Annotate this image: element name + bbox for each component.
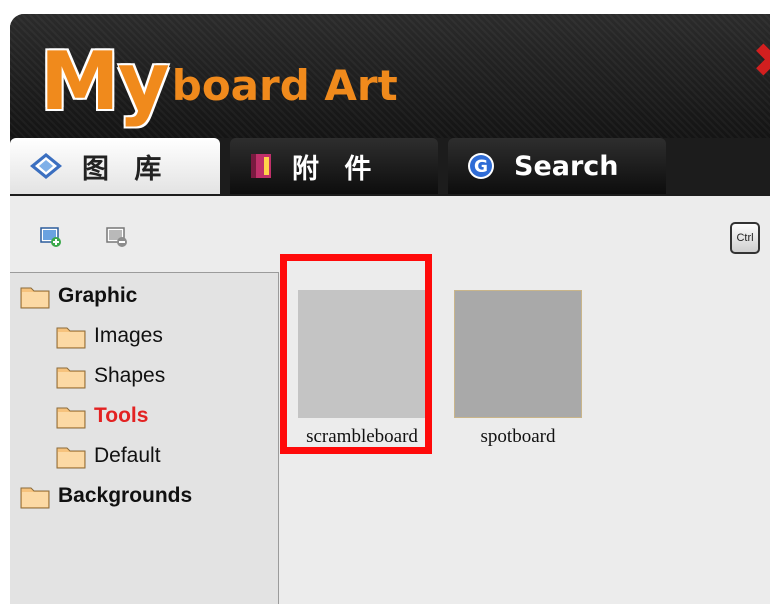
app-window: My board Art ✖ 图 库 附 xyxy=(10,14,770,604)
folder-tree: Graphic Images Shapes Tools Default Back… xyxy=(10,272,279,604)
thumbnail-caption: scrambleboard xyxy=(306,426,418,447)
folder-icon xyxy=(20,287,50,309)
tree-item-backgrounds[interactable]: Backgrounds xyxy=(20,481,192,511)
folder-icon xyxy=(56,327,86,349)
tree-item-label: Images xyxy=(94,324,163,347)
title-bar: My board Art ✖ xyxy=(10,14,770,138)
tab-attachments[interactable]: 附 件 xyxy=(230,138,438,194)
tab-bar: 图 库 附 件 G Search xyxy=(10,138,770,196)
tree-item-label: Backgrounds xyxy=(58,484,193,507)
thumbnail-caption: spotboard xyxy=(480,426,556,447)
tree-item-label: Graphic xyxy=(58,284,138,307)
tree-item-label: Default xyxy=(94,444,161,467)
close-icon[interactable]: ✖ xyxy=(752,36,770,86)
thumbnail-image xyxy=(298,290,426,418)
add-image-icon[interactable] xyxy=(40,226,61,247)
tab-gallery-label: 图 库 xyxy=(82,153,170,185)
logo-board-art-text: board Art xyxy=(171,61,398,110)
thumbnail-image xyxy=(454,290,582,418)
folder-icon xyxy=(20,487,50,509)
book-attachment-icon xyxy=(248,151,274,181)
tab-search[interactable]: G Search xyxy=(448,138,666,194)
tab-search-label: Search xyxy=(514,150,619,182)
tab-gallery[interactable]: 图 库 xyxy=(10,138,220,194)
folder-icon xyxy=(56,447,86,469)
diamond-gallery-icon xyxy=(28,151,64,181)
ctrl-key-icon[interactable]: Ctrl xyxy=(730,222,760,254)
svg-text:G: G xyxy=(474,157,488,177)
google-g-icon: G xyxy=(466,151,496,181)
remove-image-icon[interactable] xyxy=(106,226,127,247)
tree-item-label: Tools xyxy=(94,404,149,427)
tab-attachments-label: 附 件 xyxy=(292,153,380,185)
tree-item-images[interactable]: Images xyxy=(56,321,163,351)
tree-item-label: Shapes xyxy=(94,364,166,387)
folder-icon xyxy=(56,367,86,389)
logo-my-text: My xyxy=(40,35,170,128)
app-logo: My board Art xyxy=(40,32,398,122)
folder-icon xyxy=(56,407,86,429)
tree-item-default[interactable]: Default xyxy=(56,441,161,471)
tree-item-graphic[interactable]: Graphic xyxy=(20,281,137,311)
tree-item-shapes[interactable]: Shapes xyxy=(56,361,165,391)
tree-item-tools[interactable]: Tools xyxy=(56,401,148,431)
content-panel: Ctrl Graphic Images Shapes Tools Default… xyxy=(10,196,770,604)
